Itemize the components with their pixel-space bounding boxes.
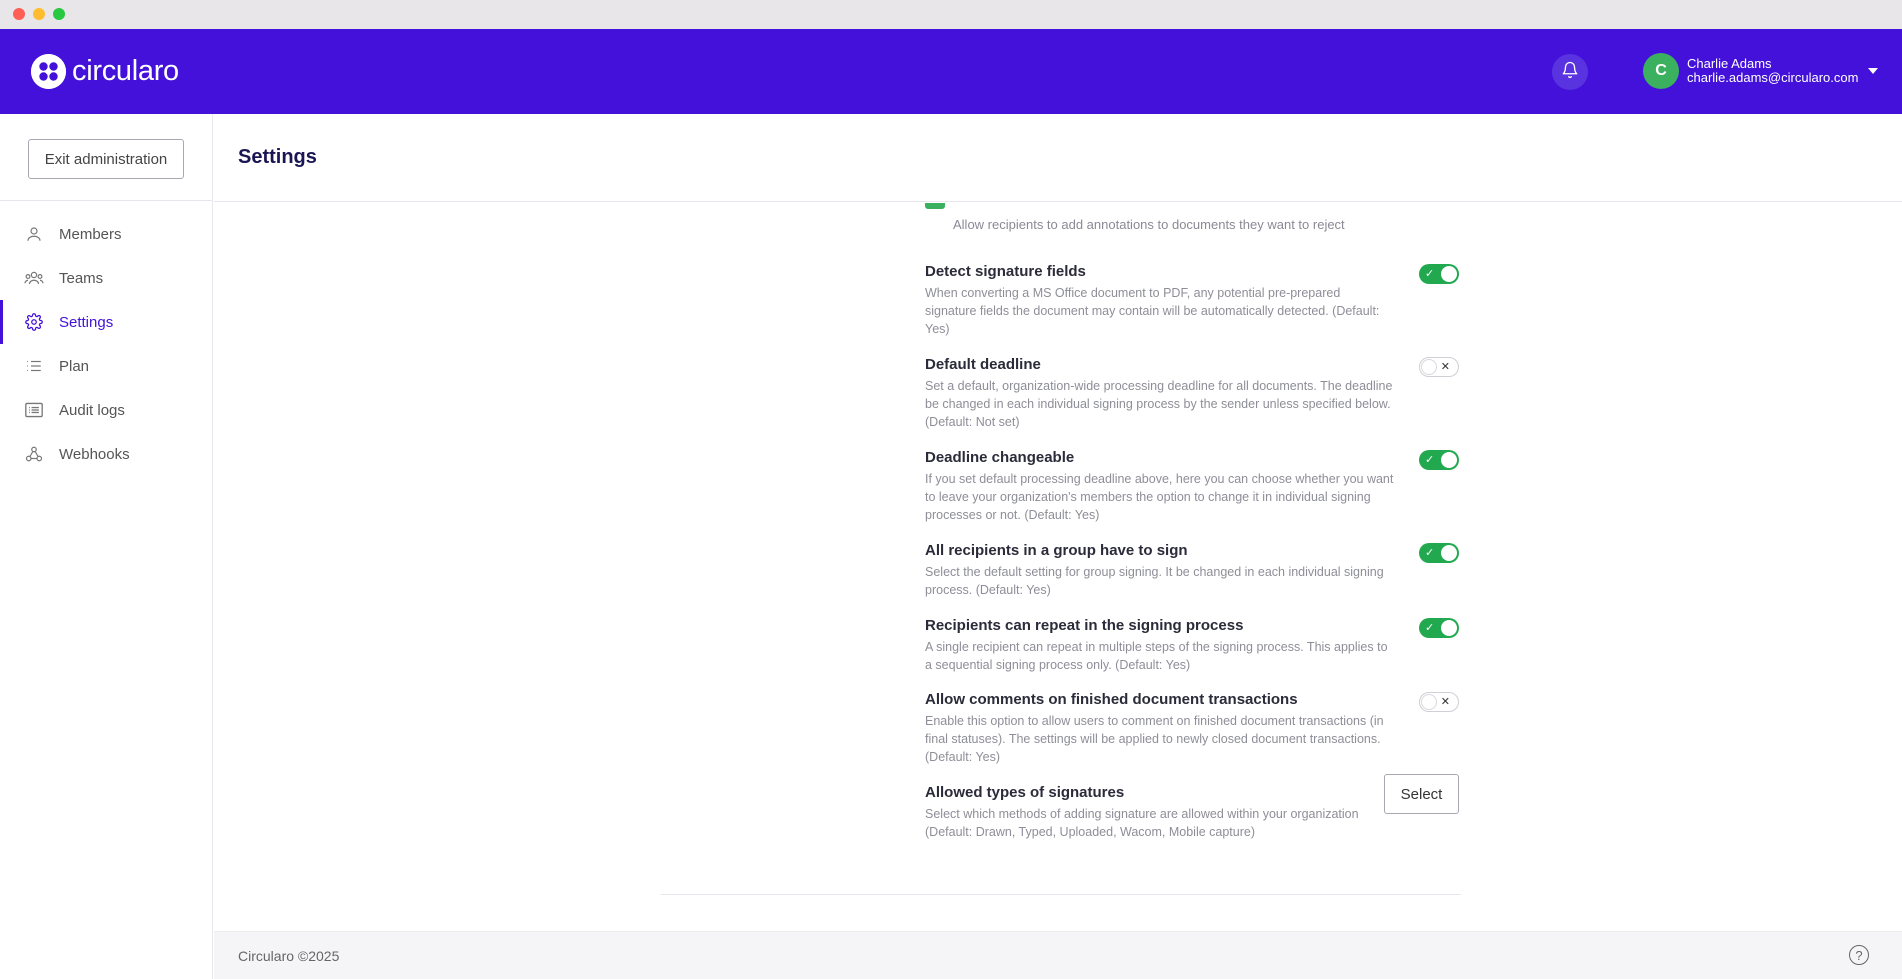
sidebar-item-settings[interactable]: Settings [0, 300, 212, 344]
window-titlebar [0, 0, 1902, 29]
notifications-button[interactable] [1552, 54, 1588, 90]
chevron-down-icon [1868, 68, 1879, 74]
avatar: C [1643, 53, 1679, 89]
sidebar-item-audit-logs[interactable]: Audit logs [0, 388, 212, 432]
close-icon: ✕ [1440, 361, 1450, 373]
sidebar-item-members[interactable]: Members [0, 212, 212, 256]
sidebar-item-teams[interactable]: Teams [0, 256, 212, 300]
user-menu[interactable]: C Charlie Adams charlie.adams@circularo.… [1643, 53, 1879, 89]
content-divider [661, 894, 1461, 895]
maximize-window-button[interactable] [53, 8, 65, 20]
page-title: Settings [238, 146, 317, 168]
exit-administration-button[interactable]: Exit administration [28, 139, 184, 179]
setting-deadline-changeable: Deadline changeable If you set default p… [925, 449, 1460, 524]
recipients-repeat-toggle[interactable]: ✓ [1419, 618, 1459, 638]
sidebar-item-label: Members [59, 225, 122, 243]
sidebar-item-label: Webhooks [59, 445, 130, 463]
check-icon: ✓ [1425, 622, 1435, 634]
setting-description: Set a default, organization-wide process… [925, 379, 1393, 429]
help-icon[interactable]: ? [1849, 945, 1869, 965]
check-icon: ✓ [1425, 268, 1435, 280]
close-icon: ✕ [1440, 696, 1450, 708]
sidebar-item-label: Plan [59, 357, 90, 375]
sidebar-item-plan[interactable]: Plan [0, 344, 212, 388]
page-header: Settings [214, 114, 1902, 202]
setting-description: If you set default processing deadline a… [925, 472, 1394, 522]
default-deadline-toggle[interactable]: ✕ [1419, 357, 1459, 377]
sidebar-nav: Members Teams Settings Plan Audit logs W… [0, 212, 212, 476]
minimize-window-button[interactable] [33, 8, 45, 20]
close-window-button[interactable] [13, 8, 25, 20]
check-icon: ✓ [1425, 547, 1435, 559]
team-icon [24, 268, 44, 288]
user-email: charlie.adams@circularo.com [1687, 70, 1859, 85]
allow-comments-toggle[interactable]: ✕ [1419, 692, 1459, 712]
settings-content: Allow recipients to add annotations to d… [214, 203, 1902, 930]
deadline-changeable-toggle[interactable]: ✓ [1419, 450, 1459, 470]
setting-title: Default deadline [925, 356, 1041, 373]
setting-description: When converting a MS Office document to … [925, 286, 1380, 336]
app-header: circularo C Charlie Adams charlie.adams@… [0, 29, 1902, 114]
app-logo[interactable]: circularo [31, 53, 179, 89]
sidebar-item-label: Audit logs [59, 401, 125, 419]
footer: Circularo ©2025 ? [214, 931, 1902, 979]
setting-title: Allowed types of signatures [925, 784, 1125, 801]
sidebar-item-webhooks[interactable]: Webhooks [0, 432, 212, 476]
app-name: circularo [72, 54, 179, 87]
sidebar-divider [0, 200, 212, 201]
setting-description: Select which methods of adding signature… [925, 807, 1359, 839]
setting-description: A single recipient can repeat in multipl… [925, 640, 1388, 672]
check-icon: ✓ [1425, 454, 1435, 466]
gear-icon [24, 312, 44, 332]
annotations-checkbox[interactable] [925, 203, 945, 209]
bell-icon [1561, 61, 1579, 84]
setting-title: Deadline changeable [925, 449, 1075, 466]
setting-description: Allow recipients to add annotations to d… [953, 217, 1345, 232]
sidebar: Exit administration Members Teams Settin… [0, 114, 213, 979]
setting-allowed-signature-types: Allowed types of signatures Select which… [925, 774, 1460, 841]
select-signature-types-button[interactable]: Select [1384, 774, 1459, 814]
webhook-icon [24, 444, 44, 464]
setting-title: Detect signature fields [925, 263, 1086, 280]
group-signing-toggle[interactable]: ✓ [1419, 543, 1459, 563]
setting-title: Recipients can repeat in the signing pro… [925, 617, 1244, 634]
setting-detect-signature-fields: Detect signature fields When converting … [925, 263, 1460, 338]
log-icon [24, 400, 44, 420]
detect-signature-fields-toggle[interactable]: ✓ [1419, 264, 1459, 284]
setting-description: Enable this option to allow users to com… [925, 714, 1384, 764]
list-icon [24, 356, 44, 376]
setting-description: Select the default setting for group sig… [925, 565, 1384, 597]
sidebar-item-label: Teams [59, 269, 104, 287]
setting-allow-comments: Allow comments on finished document tran… [925, 691, 1460, 766]
setting-group-signing: All recipients in a group have to sign S… [925, 542, 1460, 599]
setting-title: Allow comments on finished document tran… [925, 691, 1298, 708]
person-icon [24, 224, 44, 244]
setting-recipients-repeat: Recipients can repeat in the signing pro… [925, 617, 1460, 674]
copyright-text: Circularo ©2025 [238, 948, 340, 964]
sidebar-item-label: Settings [59, 313, 114, 331]
setting-default-deadline: Default deadline Set a default, organiza… [925, 356, 1460, 431]
setting-title: All recipients in a group have to sign [925, 542, 1188, 559]
user-name: Charlie Adams [1687, 56, 1772, 71]
circularo-logo-icon [31, 53, 66, 89]
